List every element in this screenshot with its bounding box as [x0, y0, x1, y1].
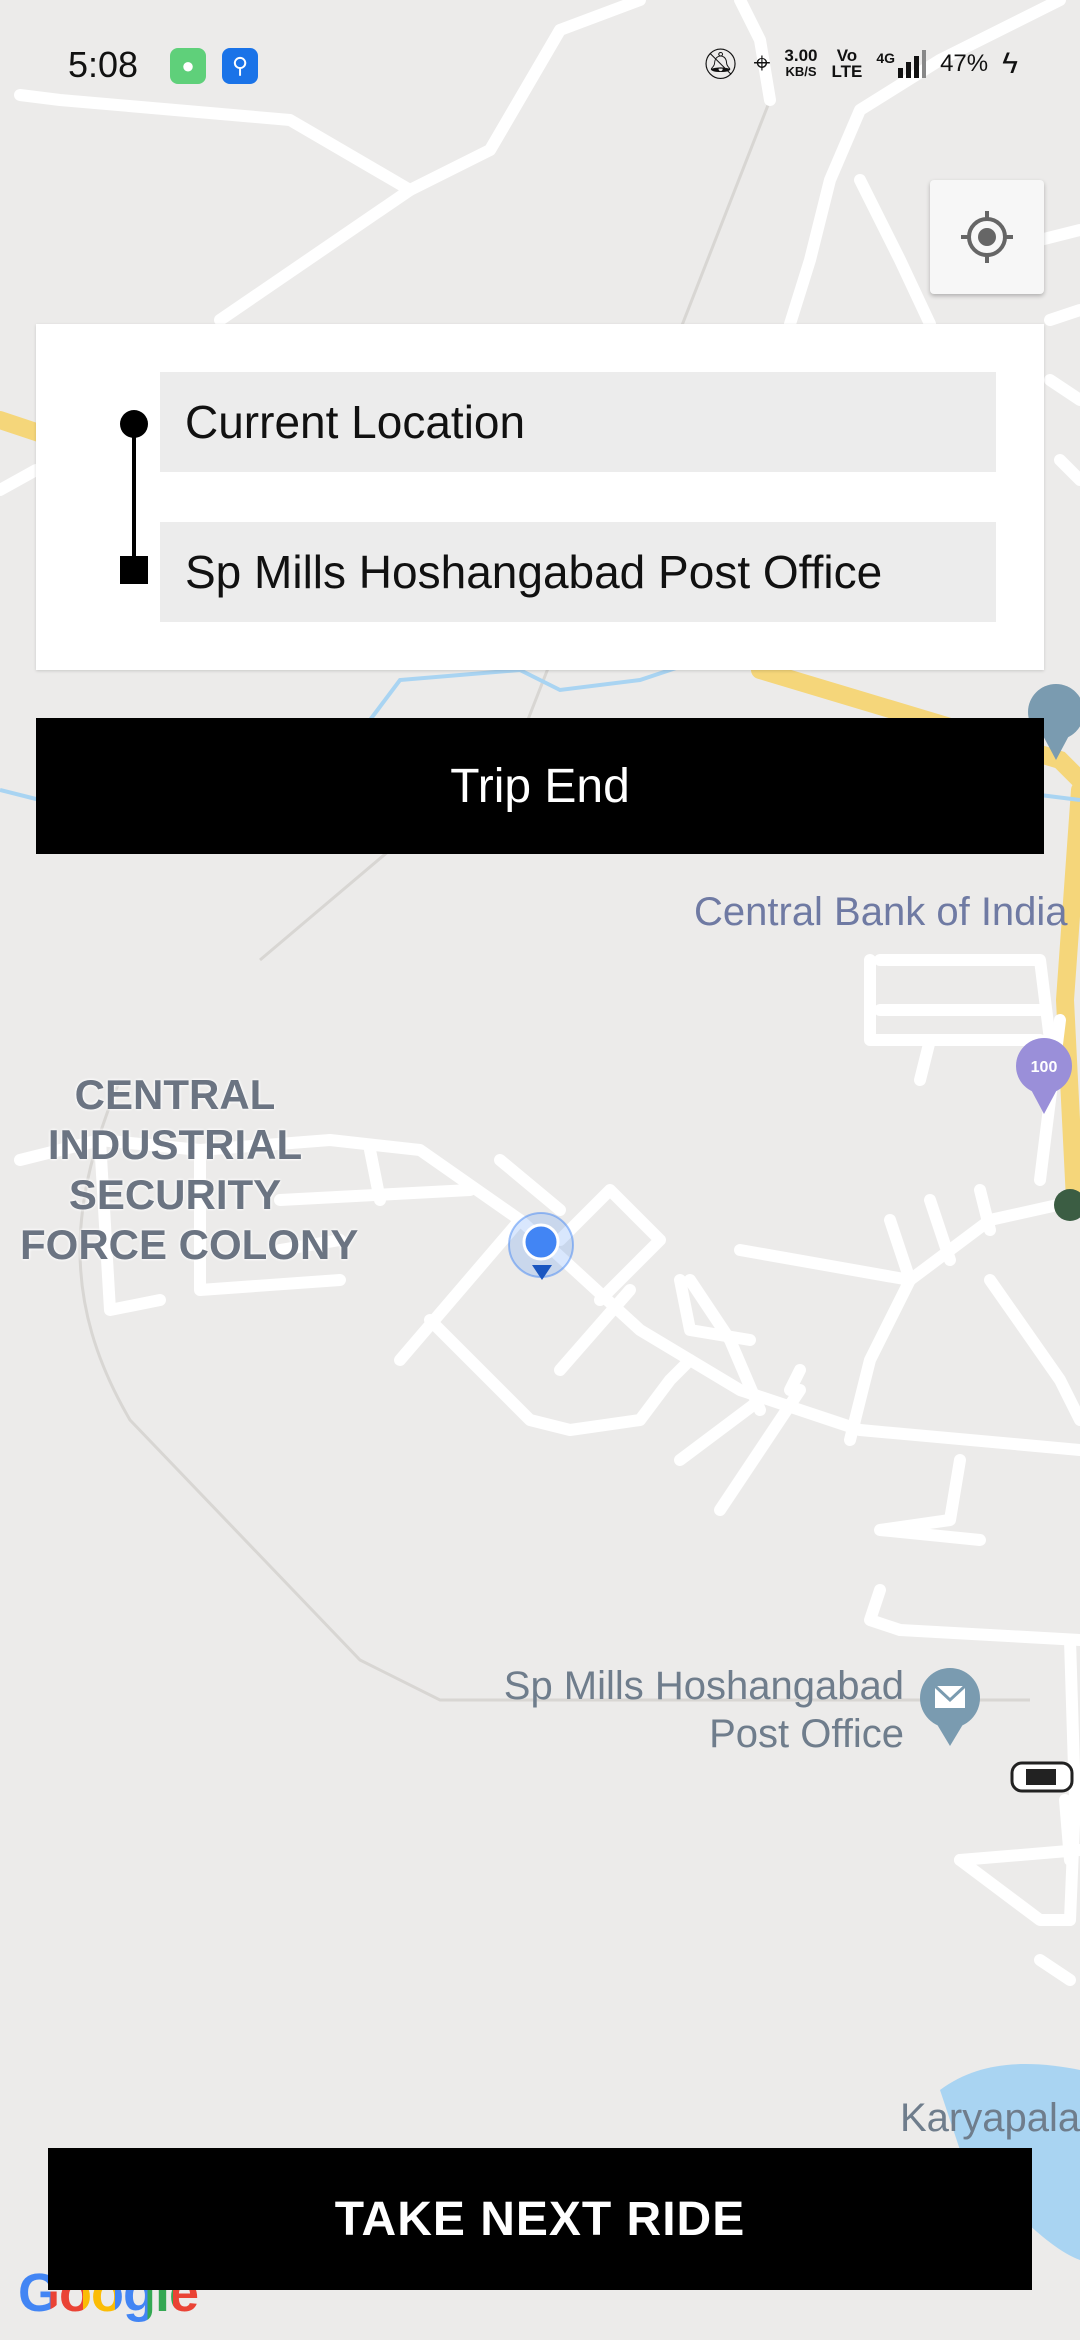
crosshair-icon	[961, 211, 1013, 263]
status-right-icons: 🔕︎ ⌖ 3.00 KB/S Vo LTE 4G 47% ϟ	[701, 42, 1018, 86]
trip-end-button[interactable]: Trip End	[36, 718, 1044, 854]
pickup-dot-icon	[120, 410, 148, 438]
status-time: 5:08	[68, 44, 139, 85]
pickup-field[interactable]: Current Location	[160, 372, 996, 472]
destination-field[interactable]: Sp Mills Hoshangabad Post Office	[160, 522, 996, 622]
network-type: 4G	[876, 50, 896, 66]
svg-text:100: 100	[1031, 1059, 1058, 1076]
map-label-central-bank[interactable]: Central Bank of India	[694, 890, 1068, 935]
net-speed: 3.00 KB/S	[784, 46, 818, 80]
area-label-line: SECURITY	[68, 1171, 282, 1218]
map-label-karyapala: Karyapala	[900, 2096, 1080, 2140]
notifications-off-icon: 🔕︎	[701, 47, 740, 81]
take-next-ride-button[interactable]: TAKE NEXT RIDE	[48, 2148, 1032, 2290]
post-label-line: Sp Mills Hoshangabad	[503, 1664, 904, 1708]
area-label-line: CENTRAL	[74, 1071, 276, 1118]
route-card: Current Location Sp Mills Hoshangabad Po…	[36, 324, 1044, 670]
status-bar: 5:08 ● ⚲ 🔕︎ ⌖ 3.00 KB/S Vo LTE 4G 47% ϟ	[0, 0, 1080, 130]
volte-indicator: Vo LTE	[831, 47, 863, 81]
signal-icon: 4G	[876, 50, 927, 78]
destination-square-icon	[120, 556, 148, 584]
usb-icon: ⚲	[222, 48, 258, 84]
map-label-post-office[interactable]: Sp Mills Hoshangabad Post Office	[480, 1662, 904, 1758]
net-speed-unit: KB/S	[785, 64, 817, 79]
net-speed-value: 3.00	[784, 46, 818, 65]
area-label-line: FORCE COLONY	[20, 1221, 359, 1268]
area-label-line: INDUSTRIAL	[47, 1121, 303, 1168]
volte-bottom: LTE	[831, 62, 863, 81]
map-label-cisf-colony: CENTRAL INDUSTRIAL SECURITY FORCE COLONY	[20, 1070, 359, 1270]
charging-icon: ϟ	[1002, 47, 1018, 80]
whatsapp-like-app-icon: ●	[170, 48, 206, 84]
location-icon: ⌖	[753, 47, 771, 80]
route-connector	[132, 420, 136, 570]
post-label-line: Post Office	[709, 1712, 904, 1756]
my-location-button[interactable]	[930, 180, 1044, 294]
battery-percent: 47%	[940, 50, 989, 77]
